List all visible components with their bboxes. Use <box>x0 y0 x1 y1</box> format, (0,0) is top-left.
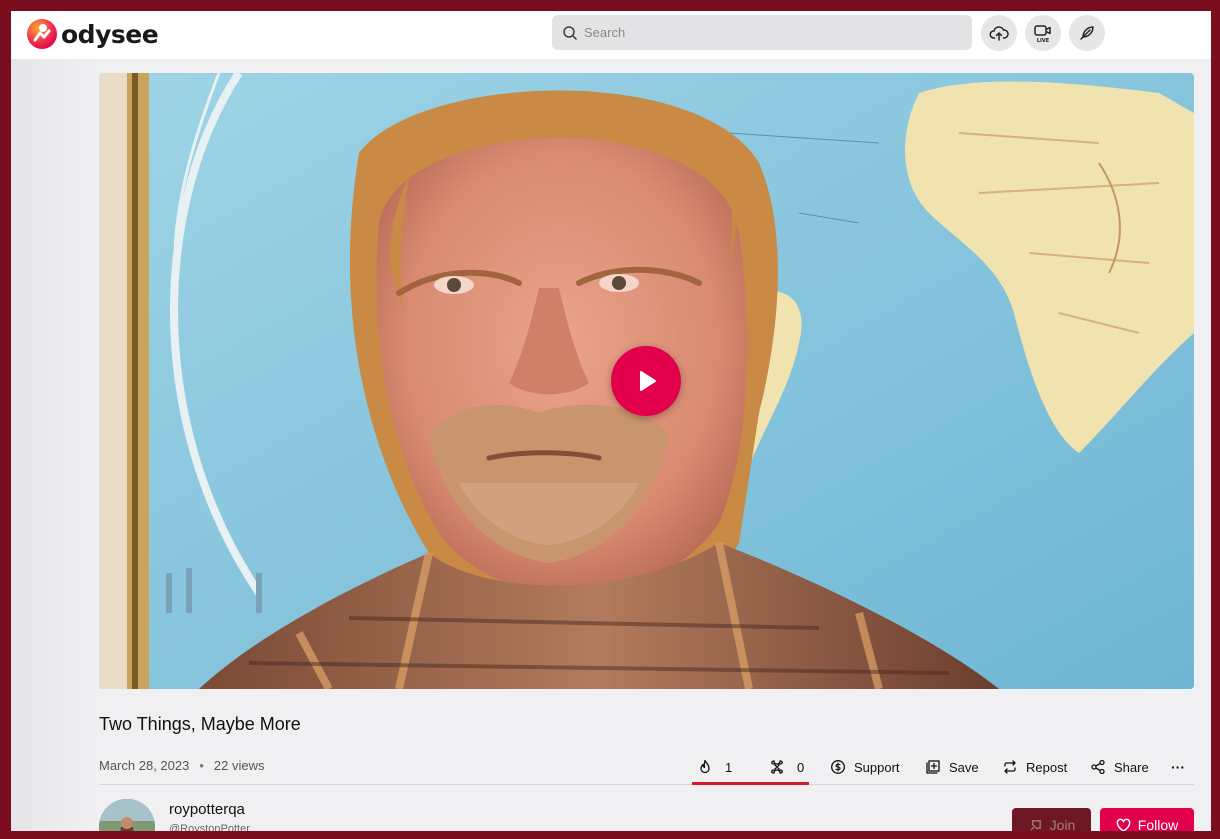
share-button[interactable]: Share <box>1090 756 1149 778</box>
play-icon <box>640 371 656 391</box>
join-button[interactable]: Join <box>1012 808 1091 831</box>
action-divider <box>99 784 1194 785</box>
video-meta: March 28, 2023 • 22 views <box>99 758 264 773</box>
repost-icon <box>1004 760 1016 774</box>
channel-name[interactable]: roypotterqa <box>169 801 245 818</box>
follow-button[interactable]: Follow <box>1100 808 1194 831</box>
slime-reaction-button[interactable]: 0 <box>769 756 804 778</box>
avatar-image <box>99 799 155 831</box>
top-bar: odysee LIVE <box>11 11 1211 59</box>
join-label: Join <box>1049 817 1076 831</box>
logo-text: odysee <box>61 19 159 49</box>
video-title: Two Things, Maybe More <box>99 714 301 734</box>
odysee-logo[interactable]: odysee <box>26 17 159 51</box>
odysee-logo-icon <box>27 19 57 49</box>
meta-separator: • <box>199 758 204 773</box>
fire-count: 1 <box>725 759 733 775</box>
support-label: Support <box>854 759 900 775</box>
more-options-button[interactable]: ··· <box>1171 756 1185 778</box>
channel-handle[interactable]: @RoystonPotter <box>169 823 250 831</box>
save-button[interactable]: Save <box>925 756 979 778</box>
dollar-circle-icon <box>831 760 845 774</box>
playlist-add-icon <box>926 760 940 774</box>
publish-date: March 28, 2023 <box>99 758 190 773</box>
support-button[interactable]: Support <box>830 756 900 778</box>
publish-feather-icon <box>1080 26 1094 40</box>
share-label: Share <box>1114 759 1149 775</box>
repost-button[interactable]: Repost <box>1002 756 1067 778</box>
search-input[interactable] <box>584 25 964 40</box>
search-icon <box>563 25 577 40</box>
action-bar: 1 0 Support Save Repost Share ··· <box>691 756 1191 778</box>
save-label: Save <box>949 759 979 775</box>
follow-label: Follow <box>1137 817 1179 831</box>
view-count: 22 views <box>213 758 265 773</box>
repost-label: Repost <box>1026 759 1068 775</box>
membership-icon <box>1030 819 1041 831</box>
more-icon: ··· <box>1171 759 1185 775</box>
go-live-button[interactable]: LIVE <box>1025 15 1061 51</box>
upload-cloud-icon <box>989 26 1009 41</box>
channel-avatar[interactable] <box>99 799 155 831</box>
upload-button[interactable] <box>981 15 1017 51</box>
fire-icon <box>700 759 710 774</box>
search-bar[interactable] <box>552 15 972 50</box>
video-player[interactable] <box>99 73 1194 689</box>
app-window: odysee LIVE <box>11 11 1211 831</box>
fire-reaction-button[interactable]: 1 <box>697 756 732 778</box>
share-icon <box>1091 759 1105 775</box>
slime-count: 0 <box>797 759 805 775</box>
play-button[interactable] <box>611 346 681 416</box>
sidebar-background <box>11 59 99 831</box>
live-label: LIVE <box>1037 38 1050 44</box>
slime-icon <box>771 760 783 774</box>
go-live-icon: LIVE <box>1034 25 1051 44</box>
reaction-underline <box>692 782 809 785</box>
heart-icon <box>1116 818 1131 831</box>
publish-button[interactable] <box>1069 15 1105 51</box>
